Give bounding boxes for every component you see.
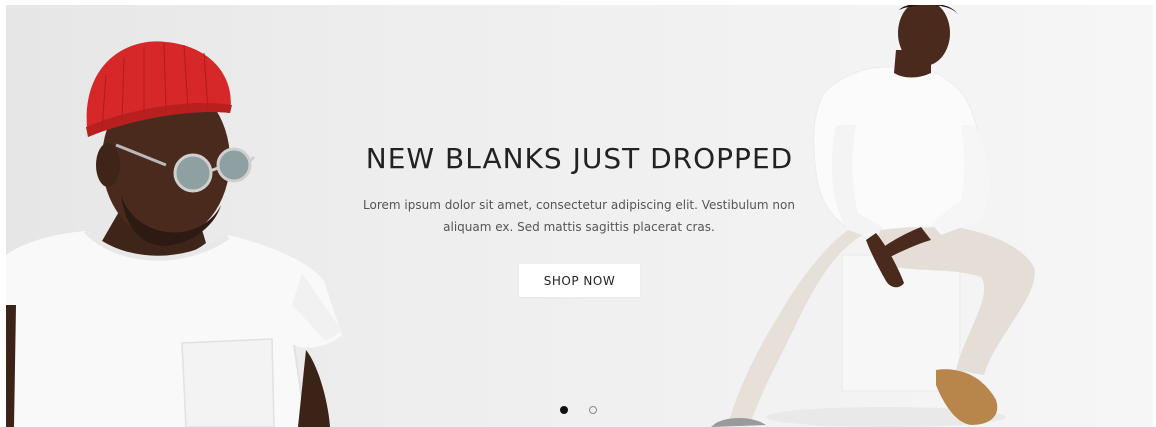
carousel-dot-1-active[interactable]: [560, 406, 568, 414]
carousel-dot-2[interactable]: [589, 406, 597, 414]
hero-banner: NEW BLANKS JUST DROPPED Lorem ipsum dolo…: [6, 5, 1153, 427]
shop-now-button[interactable]: SHOP NOW: [519, 264, 640, 297]
hero-description: Lorem ipsum dolor sit amet, consectetur …: [363, 198, 795, 234]
hero-title: NEW BLANKS JUST DROPPED: [365, 142, 794, 175]
